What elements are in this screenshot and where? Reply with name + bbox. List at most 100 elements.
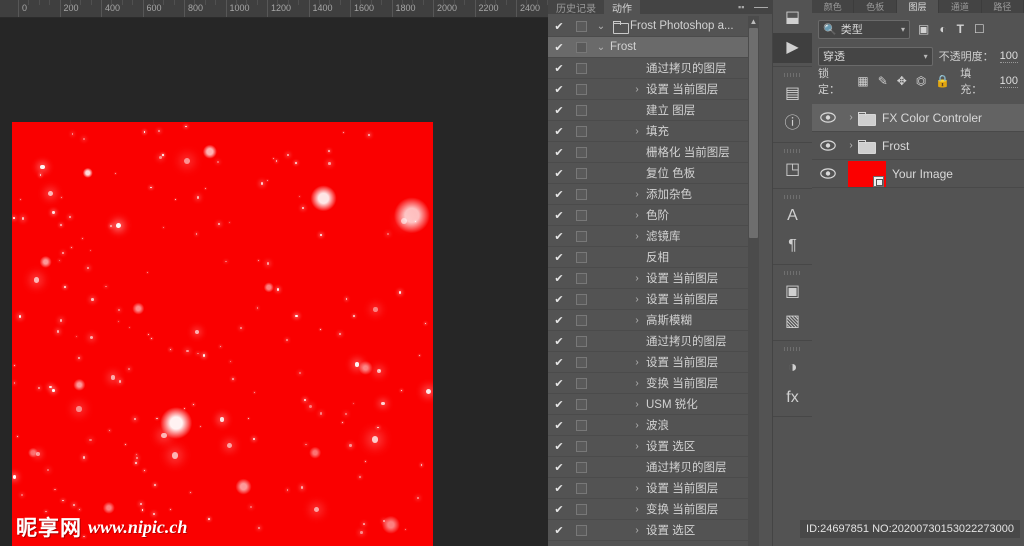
chevron-right-icon[interactable]: › bbox=[628, 210, 646, 221]
action-row[interactable]: ✔›高斯模糊 bbox=[548, 310, 759, 331]
action-dialog-checkbox[interactable] bbox=[576, 504, 587, 515]
action-row[interactable]: ✔›设置 选区 bbox=[548, 436, 759, 457]
chevron-right-icon[interactable]: › bbox=[628, 231, 646, 242]
layers-panel-tabs[interactable]: 颜色色板图层通道路径 bbox=[812, 0, 1024, 13]
scrollbar-thumb[interactable] bbox=[749, 28, 758, 238]
action-toggle-check[interactable]: ✔ bbox=[548, 377, 570, 390]
opacity-value[interactable]: 100 bbox=[1000, 50, 1018, 63]
action-toggle-check[interactable]: ✔ bbox=[548, 503, 570, 516]
layers-tab-0[interactable]: 颜色 bbox=[812, 0, 854, 13]
shape-filter-icon[interactable]: ☐ bbox=[974, 23, 985, 35]
fill-value[interactable]: 100 bbox=[1000, 75, 1018, 88]
eye-icon[interactable] bbox=[812, 112, 844, 123]
panel-tab-0[interactable]: 历史记录 bbox=[548, 0, 604, 14]
action-dialog-cell[interactable] bbox=[570, 231, 592, 242]
action-row[interactable]: ✔通过拷贝的图层 bbox=[548, 457, 759, 478]
action-toggle-check[interactable]: ✔ bbox=[548, 272, 570, 285]
action-dialog-checkbox[interactable] bbox=[576, 210, 587, 221]
panel-tab-1[interactable]: 动作 bbox=[604, 0, 640, 14]
action-dialog-cell[interactable] bbox=[570, 21, 592, 32]
adjustments-icon[interactable]: ◑ bbox=[773, 353, 812, 383]
chevron-right-icon[interactable]: › bbox=[628, 315, 646, 326]
chevron-right-icon[interactable]: › bbox=[628, 357, 646, 368]
action-dialog-cell[interactable] bbox=[570, 105, 592, 116]
document-image[interactable]: 昵享网 www.nipic.ch bbox=[12, 122, 433, 546]
blend-mode-select[interactable]: 穿透 ▾ bbox=[818, 47, 933, 66]
panel-icon-rail[interactable]: ⬓▶▤ⓘ◳A¶▣▧◑fx bbox=[772, 0, 812, 546]
action-toggle-check[interactable]: ✔ bbox=[548, 167, 570, 180]
action-dialog-cell[interactable] bbox=[570, 462, 592, 473]
action-row[interactable]: ✔建立 图层 bbox=[548, 100, 759, 121]
action-dialog-checkbox[interactable] bbox=[576, 126, 587, 137]
action-toggle-check[interactable]: ✔ bbox=[548, 335, 570, 348]
layers-list[interactable]: › FX Color Controler› Frost Your Image bbox=[812, 104, 1024, 188]
action-toggle-check[interactable]: ✔ bbox=[548, 461, 570, 474]
chevron-right-icon[interactable]: › bbox=[628, 273, 646, 284]
action-toggle-check[interactable]: ✔ bbox=[548, 20, 570, 33]
panel-drag-handle[interactable] bbox=[773, 268, 812, 277]
layer-name[interactable]: FX Color Controler bbox=[882, 111, 1024, 125]
action-toggle-check[interactable]: ✔ bbox=[548, 314, 570, 327]
chevron-right-icon[interactable]: › bbox=[628, 525, 646, 536]
action-row[interactable]: ✔›设置 选区 bbox=[548, 520, 759, 541]
pixel-filter-icon[interactable]: ▣ bbox=[918, 23, 929, 35]
action-dialog-checkbox[interactable] bbox=[576, 252, 587, 263]
action-dialog-checkbox[interactable] bbox=[576, 273, 587, 284]
action-toggle-check[interactable]: ✔ bbox=[548, 209, 570, 222]
lock-transparent-icon[interactable]: ▦ bbox=[857, 75, 868, 87]
action-toggle-check[interactable]: ✔ bbox=[548, 293, 570, 306]
panel-drag-handle[interactable] bbox=[773, 70, 812, 79]
action-dialog-checkbox[interactable] bbox=[576, 105, 587, 116]
action-dialog-checkbox[interactable] bbox=[576, 525, 587, 536]
action-dialog-cell[interactable] bbox=[570, 63, 592, 74]
action-dialog-cell[interactable] bbox=[570, 189, 592, 200]
eye-icon[interactable] bbox=[812, 168, 844, 179]
action-dialog-cell[interactable] bbox=[570, 420, 592, 431]
action-toggle-check[interactable]: ✔ bbox=[548, 83, 570, 96]
action-row[interactable]: ✔通过拷贝的图层 bbox=[548, 331, 759, 352]
action-dialog-checkbox[interactable] bbox=[576, 420, 587, 431]
panel-options-icon[interactable]: ▪▪ bbox=[738, 3, 747, 12]
action-dialog-cell[interactable] bbox=[570, 210, 592, 221]
action-dialog-checkbox[interactable] bbox=[576, 483, 587, 494]
action-toggle-check[interactable]: ✔ bbox=[548, 125, 570, 138]
action-dialog-cell[interactable] bbox=[570, 441, 592, 452]
character-icon[interactable]: A bbox=[773, 201, 812, 231]
panel-drag-handle[interactable] bbox=[773, 344, 812, 353]
action-dialog-cell[interactable] bbox=[570, 147, 592, 158]
chevron-right-icon[interactable]: › bbox=[628, 420, 646, 431]
adjustment-filter-icon[interactable]: ◐ bbox=[939, 23, 946, 35]
action-dialog-cell[interactable] bbox=[570, 84, 592, 95]
chevron-right-icon[interactable]: › bbox=[628, 399, 646, 410]
properties-icon[interactable]: ▤ bbox=[773, 79, 812, 109]
action-dialog-checkbox[interactable] bbox=[576, 147, 587, 158]
layer-row[interactable]: › FX Color Controler bbox=[812, 104, 1024, 132]
action-toggle-check[interactable]: ✔ bbox=[548, 440, 570, 453]
canvas-area[interactable]: 0200400600800100012001400160018002000220… bbox=[0, 0, 548, 546]
action-row[interactable]: ✔›设置 当前图层 bbox=[548, 79, 759, 100]
action-dialog-checkbox[interactable] bbox=[576, 294, 587, 305]
action-toggle-check[interactable]: ✔ bbox=[548, 524, 570, 537]
layer-name[interactable]: Frost bbox=[882, 139, 1024, 153]
action-toggle-check[interactable]: ✔ bbox=[548, 419, 570, 432]
chevron-right-icon[interactable]: › bbox=[844, 112, 858, 123]
action-row[interactable]: ✔›变换 当前图层 bbox=[548, 373, 759, 394]
chevron-right-icon[interactable]: › bbox=[628, 84, 646, 95]
chevron-right-icon[interactable]: › bbox=[628, 126, 646, 137]
action-dialog-cell[interactable] bbox=[570, 42, 592, 53]
action-dialog-checkbox[interactable] bbox=[576, 231, 587, 242]
lock-row[interactable]: 锁定： ▦ ✎ ✥ ⏣ 🔒 填充： 100 bbox=[812, 70, 1024, 92]
action-row[interactable]: ✔⌄Frost bbox=[548, 37, 759, 58]
action-row[interactable]: ✔›设置 当前图层 bbox=[548, 268, 759, 289]
actions-list[interactable]: ✔⌄Frost Photoshop a...✔⌄Frost✔通过拷贝的图层✔›设… bbox=[548, 16, 759, 546]
chevron-right-icon[interactable]: › bbox=[628, 189, 646, 200]
action-dialog-checkbox[interactable] bbox=[576, 336, 587, 347]
horizontal-ruler[interactable]: 0200400600800100012001400160018002000220… bbox=[0, 0, 548, 18]
scroll-up-icon[interactable]: ▲ bbox=[748, 16, 759, 27]
lock-all-icon[interactable]: 🔒 bbox=[935, 75, 950, 87]
action-dialog-cell[interactable] bbox=[570, 252, 592, 263]
action-row[interactable]: ✔反相 bbox=[548, 247, 759, 268]
layer-row[interactable]: Your Image bbox=[812, 160, 1024, 188]
action-dialog-cell[interactable] bbox=[570, 336, 592, 347]
lock-image-icon[interactable]: ✎ bbox=[878, 75, 888, 87]
